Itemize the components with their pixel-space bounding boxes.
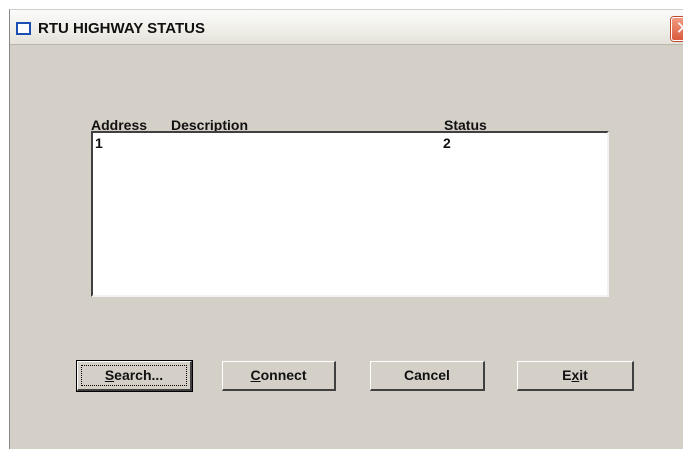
close-icon: ✕ xyxy=(675,18,683,38)
close-button[interactable]: ✕ xyxy=(671,17,683,41)
exit-label-after: it xyxy=(579,367,588,383)
connect-label-rest: onnect xyxy=(260,367,307,383)
exit-button[interactable]: Exit xyxy=(517,361,634,391)
title-bar[interactable]: RTU HIGHWAY STATUS ✕ xyxy=(10,10,683,45)
cancel-label: Cancel xyxy=(404,367,450,383)
cancel-button[interactable]: Cancel xyxy=(370,361,485,391)
connect-mnemonic: C xyxy=(250,367,261,383)
window-icon xyxy=(16,22,31,35)
list-item[interactable]: 1 2 xyxy=(93,135,607,151)
search-button[interactable]: Search... xyxy=(76,360,193,392)
cell-address: 1 xyxy=(95,135,103,151)
cell-status: 2 xyxy=(443,135,451,151)
window-title: RTU HIGHWAY STATUS xyxy=(38,20,205,37)
rtu-highway-status-dialog: RTU HIGHWAY STATUS ✕ Address Description… xyxy=(9,9,683,449)
rtu-list[interactable]: 1 2 xyxy=(91,131,609,297)
focus-ring xyxy=(81,365,187,386)
connect-button[interactable]: Connect xyxy=(222,361,336,391)
